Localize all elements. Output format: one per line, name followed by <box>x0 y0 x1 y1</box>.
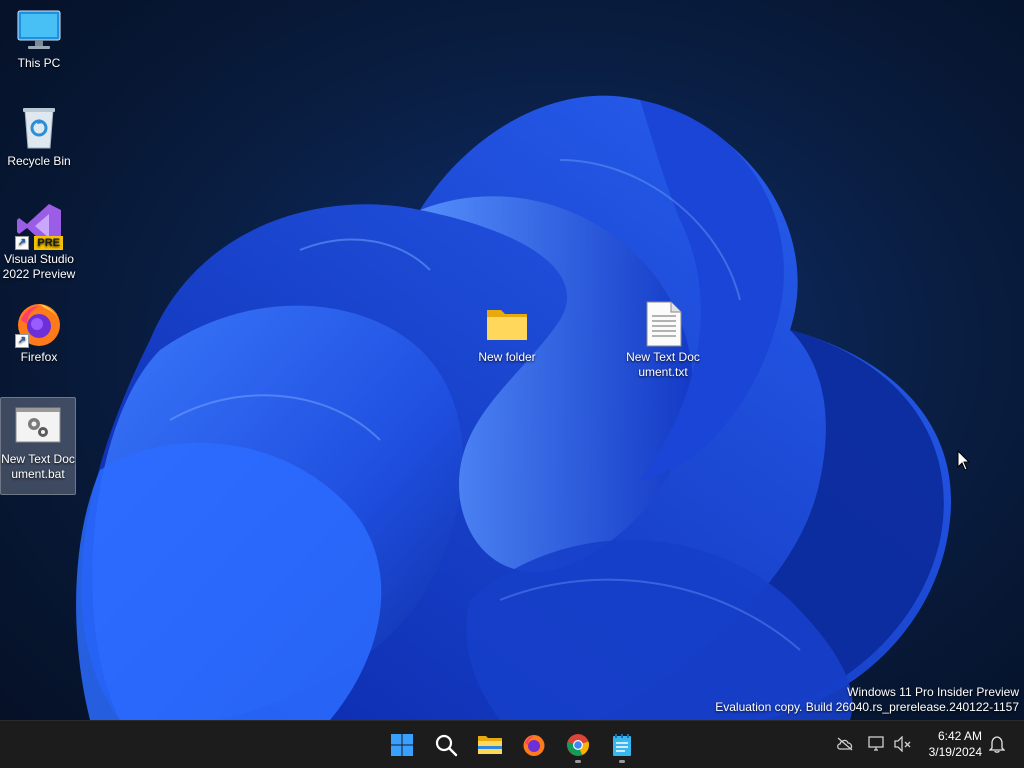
search-icon <box>435 734 458 757</box>
firefox-icon <box>523 735 545 756</box>
desktop-icon-label: New folder <box>478 350 536 364</box>
notification-bell-icon[interactable] <box>988 735 1006 753</box>
monitor-icon <box>15 6 63 54</box>
shortcut-arrow-icon: ↗ <box>15 236 29 250</box>
desktop-icon-new-folder[interactable]: New folder <box>469 300 545 365</box>
chrome-taskbar-button[interactable] <box>558 725 598 765</box>
watermark-line-1: Windows 11 Pro Insider Preview <box>847 685 1019 699</box>
desktop[interactable]: This PC Recycle Bin PRE ↗ Visual Studio … <box>0 0 1024 720</box>
network-icon[interactable] <box>868 735 886 753</box>
preview-badge: PRE <box>34 236 63 250</box>
desktop-icon-text-document[interactable]: New Text Document.txt <box>625 300 701 380</box>
clock-date: 3/19/2024 <box>928 745 982 759</box>
desktop-icon-batch-file[interactable]: New Text Document.bat <box>0 397 76 495</box>
chrome-icon <box>567 734 589 756</box>
firefox-icon: ↗ <box>15 300 63 348</box>
watermark-line-2: Evaluation copy. Build 26040.rs_prerelea… <box>715 700 1019 714</box>
running-indicator <box>575 760 581 763</box>
desktop-icon-label: New Text Document.txt <box>626 350 700 379</box>
system-clock[interactable]: 6:42 AM 3/19/2024 <box>929 728 982 760</box>
taskbar: 6:42 AM 3/19/2024 <box>0 720 1024 768</box>
folder-icon <box>483 300 531 348</box>
desktop-icon-label: Recycle Bin <box>7 154 71 168</box>
recycle-bin-icon <box>15 104 63 152</box>
windows-start-icon <box>391 734 413 756</box>
onedrive-offline-icon[interactable] <box>836 735 854 753</box>
firefox-taskbar-button[interactable] <box>514 725 554 765</box>
start-button[interactable] <box>382 725 422 765</box>
shortcut-arrow-icon: ↗ <box>15 334 29 348</box>
batch-file-icon <box>14 402 62 450</box>
clock-time: 6:42 AM <box>937 729 982 743</box>
notepad-taskbar-button[interactable] <box>602 725 642 765</box>
desktop-icon-this-pc[interactable]: This PC <box>1 6 77 71</box>
search-button[interactable] <box>426 725 466 765</box>
running-indicator <box>619 760 625 763</box>
desktop-icon-firefox[interactable]: ↗ Firefox <box>1 300 77 365</box>
notepad-icon <box>613 734 631 756</box>
desktop-icon-recycle-bin[interactable]: Recycle Bin <box>1 104 77 169</box>
volume-muted-icon[interactable] <box>894 735 912 753</box>
visual-studio-icon: PRE ↗ <box>15 202 63 250</box>
file-explorer-icon <box>478 736 502 754</box>
desktop-icon-label: Visual Studio 2022 Preview <box>2 252 76 281</box>
file-explorer-button[interactable] <box>470 725 510 765</box>
evaluation-watermark: Windows 11 Pro Insider Preview Evaluatio… <box>715 685 1019 715</box>
desktop-icon-label: Firefox <box>20 350 58 364</box>
mouse-cursor-icon <box>957 450 971 471</box>
desktop-icon-visual-studio[interactable]: PRE ↗ Visual Studio 2022 Preview <box>1 202 77 282</box>
desktop-icon-label: This PC <box>17 56 61 70</box>
text-document-icon <box>639 300 687 348</box>
desktop-icon-label: New Text Document.bat <box>1 452 75 481</box>
